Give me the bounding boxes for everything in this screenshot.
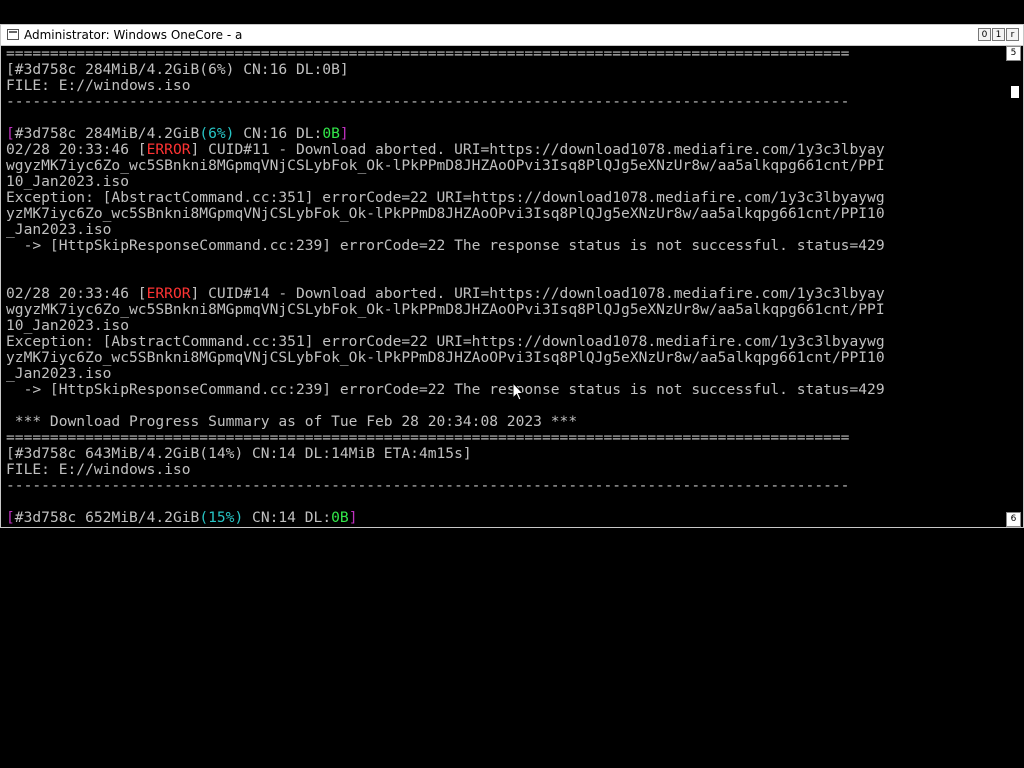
console-line: _Jan2023.iso: [6, 366, 1004, 382]
console-text: (15%): [199, 510, 244, 526]
console-line: 02/28 20:33:46 [ERROR] CUID#11 - Downloa…: [6, 142, 1004, 158]
console-output[interactable]: ========================================…: [6, 46, 1004, 526]
console-line: ========================================…: [6, 430, 1004, 446]
scroll-up-button[interactable]: 5: [1006, 46, 1021, 61]
console-line: ----------------------------------------…: [6, 478, 1004, 494]
vertical-scrollbar[interactable]: 5 6: [1005, 46, 1023, 527]
console-text: Exception: [AbstractCommand.cc:351] erro…: [6, 334, 885, 350]
console-line: wgyzMK7iyc6Zo_wc5SBnkni8MGpmqVNjCSLybFok…: [6, 158, 1004, 174]
console-text: CN:14 DL:: [243, 510, 332, 526]
console-text: FILE: E://windows.iso: [6, 78, 191, 94]
console-text: [#3d758c 284MiB/4.2GiB(6%) CN:16 DL:0B]: [6, 62, 349, 78]
console-line: ----------------------------------------…: [6, 94, 1004, 110]
console-text: _Jan2023.iso: [6, 366, 112, 382]
console-text: 0B: [322, 126, 340, 142]
console-line: [#3d758c 652MiB/4.2GiB(15%) CN:14 DL:0B]: [6, 510, 1004, 526]
console-icon: [7, 29, 19, 40]
console-text: 02/28 20:33:46 [: [6, 142, 147, 158]
console-text: ----------------------------------------…: [6, 94, 850, 110]
window-controls: 0 1 r: [978, 28, 1019, 41]
console-text: #3d758c 284MiB/4.2GiB: [14, 126, 200, 142]
console-line: [#3d758c 284MiB/4.2GiB(6%) CN:16 DL:0B]: [6, 62, 1004, 78]
console-line: wgyzMK7iyc6Zo_wc5SBnkni8MGpmqVNjCSLybFok…: [6, 302, 1004, 318]
console-text: Exception: [AbstractCommand.cc:351] erro…: [6, 190, 885, 206]
window-title: Administrator: Windows OneCore - a: [24, 28, 243, 42]
console-line: ========================================…: [6, 46, 1004, 62]
console-line: 10_Jan2023.iso: [6, 318, 1004, 334]
console-text: wgyzMK7iyc6Zo_wc5SBnkni8MGpmqVNjCSLybFok…: [6, 158, 885, 174]
console-text: CN:16 DL:: [234, 126, 323, 142]
console-text: -> [HttpSkipResponseCommand.cc:239] erro…: [6, 238, 885, 254]
console-text: wgyzMK7iyc6Zo_wc5SBnkni8MGpmqVNjCSLybFok…: [6, 302, 885, 318]
console-text: FILE: E://windows.iso: [6, 462, 191, 478]
console-line: Exception: [AbstractCommand.cc:351] erro…: [6, 190, 1004, 206]
console-text: ] CUID#14 - Download aborted. URI=https:…: [190, 286, 885, 302]
console-text: #3d758c 652MiB/4.2GiB: [14, 510, 200, 526]
console-line: [#3d758c 284MiB/4.2GiB(6%) CN:16 DL:0B]: [6, 126, 1004, 142]
console-window: Administrator: Windows OneCore - a 0 1 r…: [0, 24, 1024, 528]
console-line: 10_Jan2023.iso: [6, 174, 1004, 190]
console-line: FILE: E://windows.iso: [6, 462, 1004, 478]
console-text: 10_Jan2023.iso: [6, 318, 130, 334]
console-text: (6%): [199, 126, 235, 142]
console-line: yzMK7iyc6Zo_wc5SBnkni8MGpmqVNjCSLybFok_O…: [6, 350, 1004, 366]
console-text: 10_Jan2023.iso: [6, 174, 130, 190]
console-line: 02/28 20:33:46 [ERROR] CUID#14 - Downloa…: [6, 286, 1004, 302]
console-text: [: [6, 126, 15, 142]
console-text: yzMK7iyc6Zo_wc5SBnkni8MGpmqVNjCSLybFok_O…: [6, 350, 885, 366]
console-text: ]: [348, 510, 358, 526]
console-text: 0B: [331, 510, 349, 526]
mouse-pointer-icon: [512, 382, 524, 401]
console-text: 02/28 20:33:46 [: [6, 286, 147, 302]
console-text: [#3d758c 643MiB/4.2GiB(14%) CN:14 DL:14M…: [6, 446, 472, 462]
console-line: FILE: E://windows.iso: [6, 78, 1004, 94]
console-text: ========================================…: [6, 430, 850, 446]
console-text: -> [HttpSkipResponseCommand.cc:239] erro…: [6, 382, 885, 398]
error-tag: ERROR: [146, 286, 191, 302]
console-text: ]: [339, 126, 349, 142]
error-tag: ERROR: [146, 142, 191, 158]
scroll-thumb[interactable]: [1011, 86, 1019, 98]
console-line: -> [HttpSkipResponseCommand.cc:239] erro…: [6, 382, 1004, 398]
console-line: *** Download Progress Summary as of Tue …: [6, 414, 1004, 430]
console-text: ] CUID#11 - Download aborted. URI=https:…: [190, 142, 885, 158]
console-line: _Jan2023.iso: [6, 222, 1004, 238]
console-text: *** Download Progress Summary as of Tue …: [6, 414, 578, 430]
console-line: [#3d758c 643MiB/4.2GiB(14%) CN:14 DL:14M…: [6, 446, 1004, 462]
console-line: yzMK7iyc6Zo_wc5SBnkni8MGpmqVNjCSLybFok_O…: [6, 206, 1004, 222]
console-text: ========================================…: [6, 46, 850, 62]
minimize-button[interactable]: 0: [978, 28, 991, 41]
scroll-down-button[interactable]: 6: [1006, 512, 1021, 527]
console-text: ----------------------------------------…: [6, 478, 850, 494]
console-text: _Jan2023.iso: [6, 222, 112, 238]
console-line: -> [HttpSkipResponseCommand.cc:239] erro…: [6, 238, 1004, 254]
console-text: yzMK7iyc6Zo_wc5SBnkni8MGpmqVNjCSLybFok_O…: [6, 206, 885, 222]
console-text: [: [6, 510, 15, 526]
title-bar[interactable]: Administrator: Windows OneCore - a 0 1 r: [1, 25, 1023, 46]
maximize-button[interactable]: 1: [992, 28, 1005, 41]
close-button[interactable]: r: [1006, 28, 1019, 41]
console-line: Exception: [AbstractCommand.cc:351] erro…: [6, 334, 1004, 350]
